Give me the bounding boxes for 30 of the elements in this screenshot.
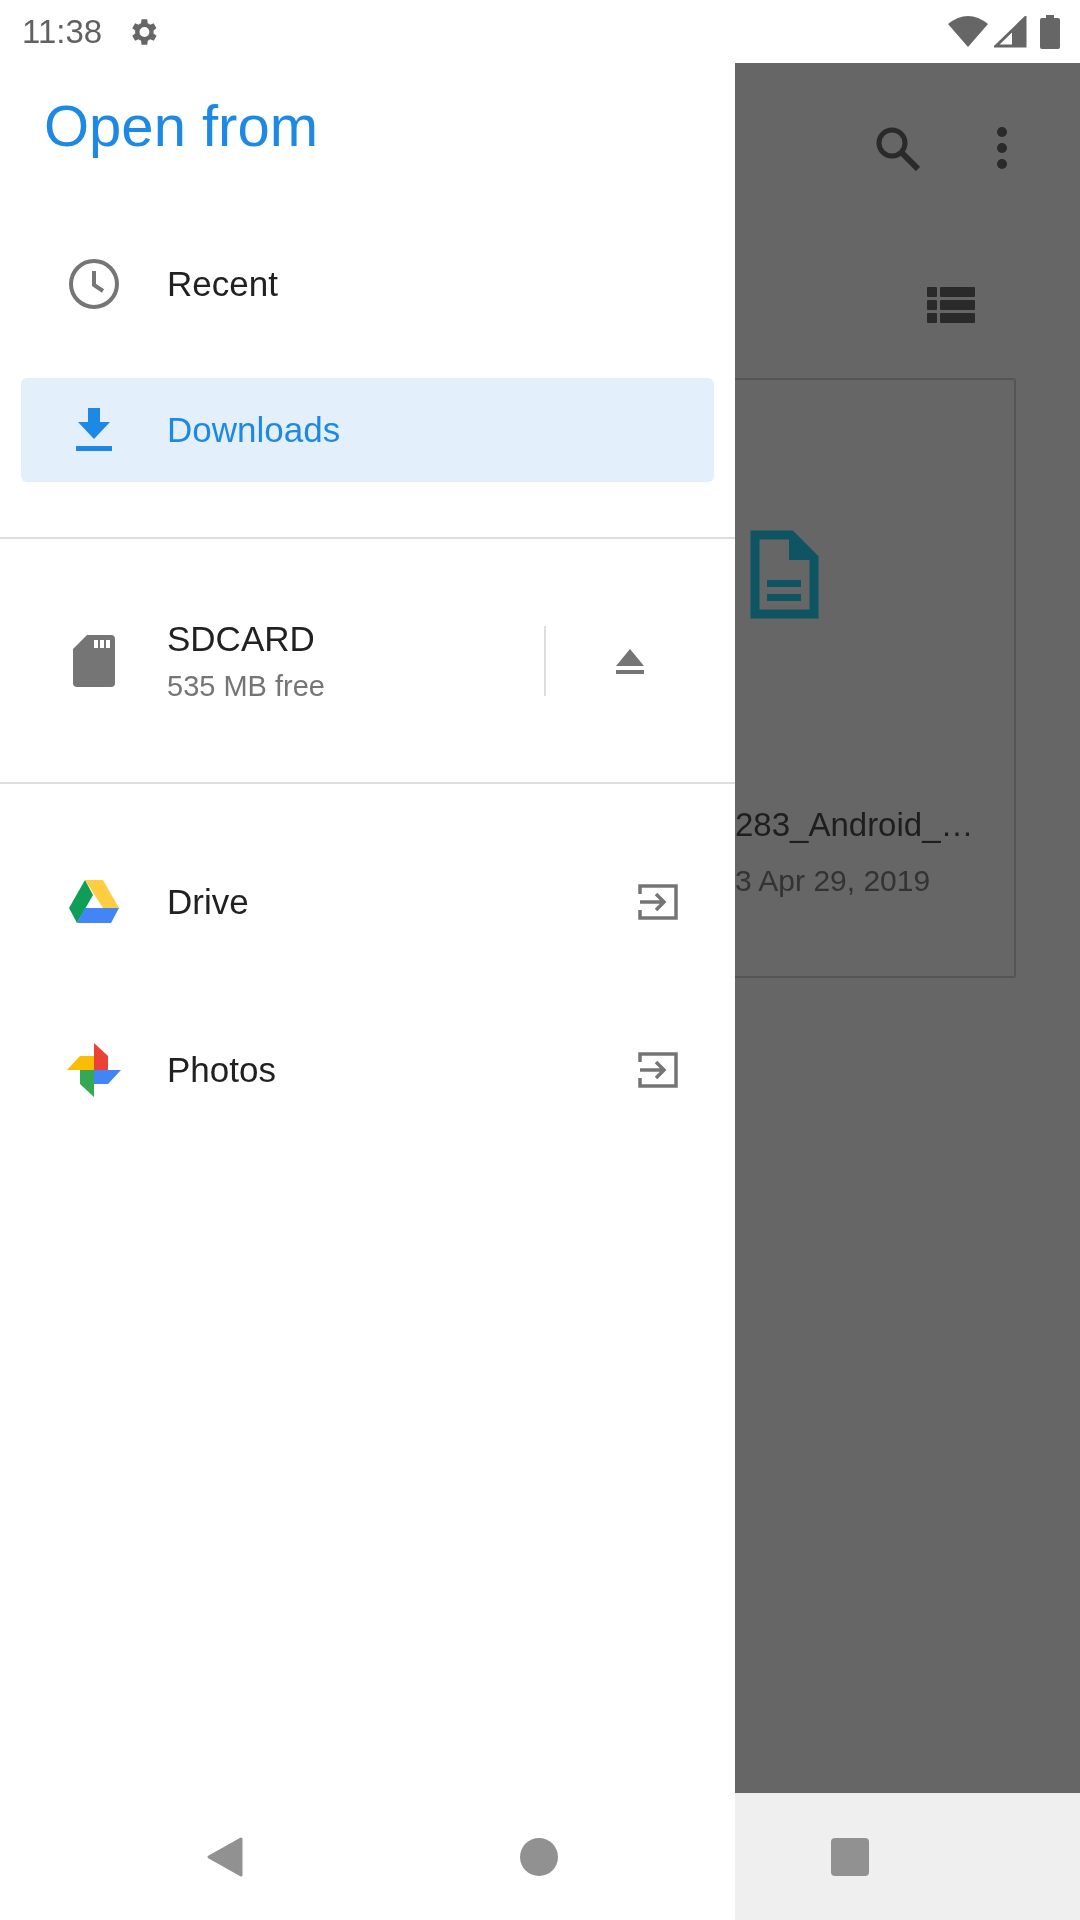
more-options-icon[interactable] xyxy=(996,126,1008,170)
open-arrow-icon[interactable] xyxy=(638,884,678,920)
storage-item[interactable]: SDCARD 535 MB free xyxy=(21,605,714,716)
signal-icon xyxy=(994,15,1028,48)
document-icon xyxy=(749,530,819,620)
free-space: 535 MB free xyxy=(167,669,326,704)
clock-time: 11:38 xyxy=(22,11,103,52)
clock-icon xyxy=(68,258,120,310)
item-label: Downloads xyxy=(167,408,342,451)
sd-card-icon xyxy=(73,634,115,687)
wifi-icon xyxy=(948,15,988,48)
drawer-title: Open from xyxy=(43,92,319,160)
back-icon[interactable] xyxy=(206,1835,244,1878)
battery-icon xyxy=(1040,14,1060,49)
pinwheel-logo-icon xyxy=(67,1043,121,1097)
item-label: Photos xyxy=(167,1048,277,1091)
item-label: Drive xyxy=(167,880,250,923)
search-icon[interactable] xyxy=(874,125,920,171)
open-arrow-icon[interactable] xyxy=(638,1052,678,1088)
file-name: 283_Android_… xyxy=(735,805,975,845)
drawer-item[interactable]: Drive xyxy=(21,850,714,954)
download-icon xyxy=(74,408,114,452)
storage-name: SDCARD xyxy=(167,617,316,660)
item-label: Recent xyxy=(167,262,279,305)
triangle-logo-icon xyxy=(69,880,119,924)
drawer-item[interactable]: Photos xyxy=(21,1018,714,1122)
list-view-icon[interactable] xyxy=(927,285,975,325)
drawer-item[interactable]: Recent xyxy=(21,232,714,336)
recents-icon[interactable] xyxy=(831,1837,869,1876)
home-icon[interactable] xyxy=(520,1837,558,1876)
